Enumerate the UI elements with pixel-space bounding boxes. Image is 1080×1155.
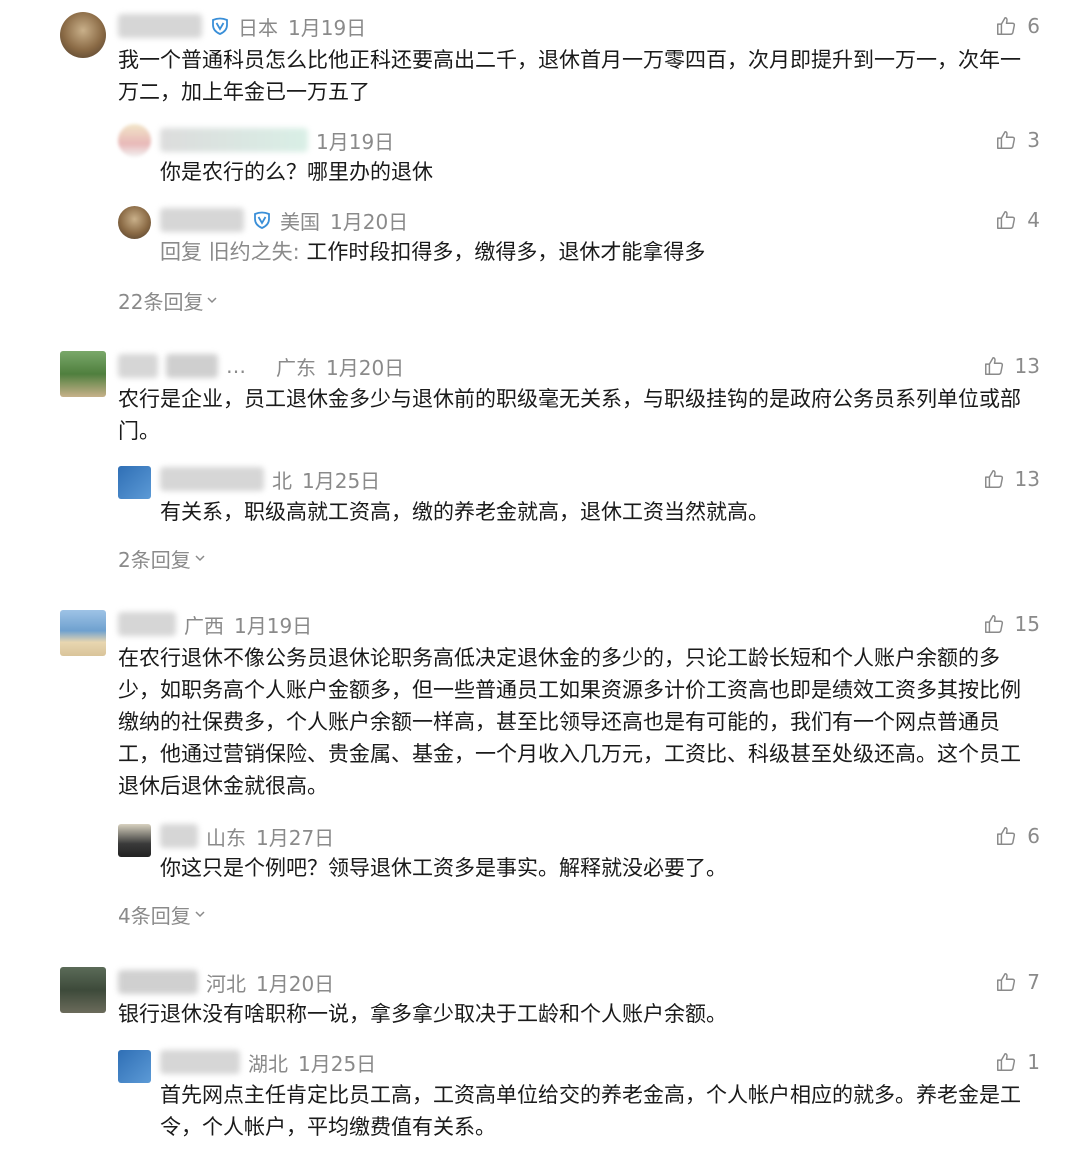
thumbs-up-icon [984,357,1003,375]
reply-meta: 湖北 1月25日 [160,1048,376,1076]
username-redacted[interactable] [118,354,158,378]
view-more-replies-button[interactable]: 22条回复 [118,286,219,314]
comment-text: 农行是企业，员工退休金多少与退休前的职级毫无关系，与职级挂钩的是政府公务员系列单… [118,387,1021,443]
comment-date: 1月20日 [326,355,405,380]
reply-to-label[interactable]: 回复 旧约之失: [160,240,300,264]
comment-location: 广西 [184,613,224,638]
reply-location: 湖北 [248,1051,288,1076]
username-redacted[interactable] [160,208,244,232]
thumbs-up-icon [997,17,1016,35]
thumbs-up-icon [997,973,1016,991]
user-avatar[interactable] [60,351,106,397]
reply-location: 美国 [280,209,320,234]
comment-meta: 广西 1月19日 [118,610,312,638]
like-button[interactable]: 13 [920,352,1040,380]
like-count: 6 [1027,824,1040,848]
reply-location: 北 [272,468,292,493]
user-avatar[interactable] [118,824,151,857]
thumbs-up-icon [984,470,1003,488]
username-redacted[interactable] [118,970,198,994]
chevron-down-icon [195,911,205,918]
like-count: 6 [1027,14,1040,38]
like-count: 13 [1014,354,1040,378]
like-count: 4 [1027,208,1040,232]
thumbs-up-icon [997,131,1016,149]
truncation-ellipsis-icon: … [226,354,246,378]
like-count: 13 [1014,467,1040,491]
username-redacted[interactable] [160,467,264,491]
reply-date: 1月25日 [298,1051,377,1076]
username-redacted[interactable] [160,128,308,152]
thumbs-up-icon [984,615,1003,633]
reply-location: 山东 [206,825,246,850]
comment-date: 1月20日 [256,971,335,996]
like-count: 1 [1027,1050,1040,1074]
like-count: 3 [1027,128,1040,152]
username-redacted[interactable] [118,14,202,38]
comment-text: 在农行退休不像公务员退休论职务高低决定退休金的多少的，只论工龄长短和个人账户余额… [118,646,1021,798]
reply-text: 有关系，职级高就工资高，缴的养老金就高，退休工资当然就高。 [160,500,769,524]
reply-text: 你这只是个例吧？领导退休工资多是事实。解释就没必要了。 [160,856,727,880]
like-button[interactable]: 13 [920,465,1040,493]
username-redacted[interactable] [160,824,198,848]
like-button[interactable]: 6 [920,12,1040,40]
user-avatar[interactable] [60,967,106,1013]
comment-location: 日本 [238,15,278,40]
username-redacted[interactable] [118,612,176,636]
verified-badge-icon [254,211,270,229]
comment-meta: 日本 1月19日 [118,12,366,40]
reply-date: 1月25日 [302,468,381,493]
reply-date: 1月19日 [316,129,395,154]
comment-text: 我一个普通科员怎么比他正科还要高出二千，退休首月一万零四百，次月即提升到一万一，… [118,48,1021,104]
more-replies-label: 2条回复 [118,547,191,572]
more-replies-label: 22条回复 [118,289,204,314]
chevron-down-icon [207,297,217,304]
user-avatar[interactable] [118,1050,151,1083]
comment-meta: … 广东 1月20日 [118,352,404,380]
reply-date: 1月27日 [256,825,335,850]
reply-text: 你是农行的么？哪里办的退休 [160,160,433,184]
thumbs-up-icon [997,1053,1016,1071]
reply-meta: 北 1月25日 [160,465,380,493]
username-redacted[interactable] [166,354,218,378]
user-avatar[interactable] [60,610,106,656]
comment-date: 1月19日 [288,15,367,40]
like-button[interactable]: 15 [920,610,1040,638]
like-button[interactable]: 1 [920,1048,1040,1076]
user-avatar[interactable] [118,466,151,499]
verified-badge-icon [212,17,228,35]
view-more-replies-button[interactable]: 4条回复 [118,900,207,928]
like-button[interactable]: 3 [920,126,1040,154]
comment-location: 广东 [276,355,316,380]
reply-meta: 美国 1月20日 [160,206,408,234]
reply-date: 1月20日 [330,209,409,234]
like-count: 7 [1027,970,1040,994]
reply-meta: 1月19日 [160,126,394,154]
more-replies-label: 4条回复 [118,903,191,928]
user-avatar[interactable] [60,12,106,58]
comment-text: 银行退休没有啥职称一说，拿多拿少取决于工龄和个人账户余额。 [118,1002,727,1026]
like-button[interactable]: 7 [920,968,1040,996]
comment-date: 1月19日 [234,613,313,638]
reply-text: 首先网点主任肯定比员工高，工资高单位给交的养老金高，个人帐户相应的就多。养老金是… [160,1083,1021,1139]
username-redacted[interactable] [160,1050,240,1074]
reply-text: 工作时段扣得多，缴得多，退休才能拿得多 [306,240,706,264]
like-button[interactable]: 6 [920,822,1040,850]
thumbs-up-icon [997,211,1016,229]
comment-location: 河北 [206,971,246,996]
like-button[interactable]: 4 [920,206,1040,234]
user-avatar[interactable] [118,124,151,157]
thumbs-up-icon [997,827,1016,845]
view-more-replies-button[interactable]: 2条回复 [118,544,207,572]
like-count: 15 [1014,612,1040,636]
user-avatar[interactable] [118,206,151,239]
reply-text-row: 回复 旧约之失: 工作时段扣得多，缴得多，退休才能拿得多 [160,236,1040,268]
chevron-down-icon [195,555,205,562]
reply-meta: 山东 1月27日 [160,822,334,850]
comment-meta: 河北 1月20日 [118,968,334,996]
